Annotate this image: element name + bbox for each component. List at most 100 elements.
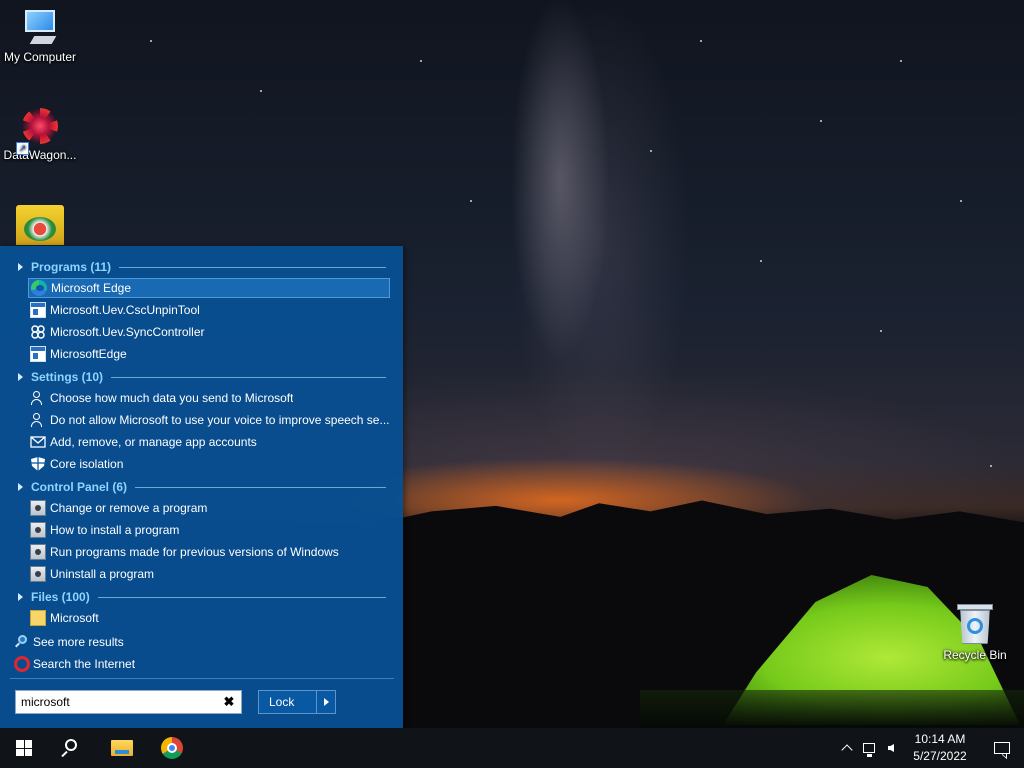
window-icon [30,346,46,362]
section-header-control-panel[interactable]: Control Panel (6) [16,478,386,496]
result-label: Microsoft.Uev.CscUnpinTool [50,303,200,317]
app-shortcut-icon [16,205,64,245]
chevron-up-icon [841,744,853,756]
section-title: Programs (11) [31,260,112,274]
result-label: How to install a program [50,523,180,537]
result-label: MicrosoftEdge [50,347,127,361]
chrome-button[interactable] [148,728,196,768]
opera-browser-icon [14,656,30,672]
result-uninstall-program[interactable]: Uninstall a program [28,564,390,584]
start-menu: Programs (11) Microsoft Edge Microsoft.U… [0,246,403,728]
desktop-icon-label: My Computer [3,50,77,64]
start-icon [16,740,32,756]
result-label: Run programs made for previous versions … [50,545,339,559]
section-title: Control Panel (6) [31,480,128,494]
datawagon-icon [22,108,58,144]
shield-icon [30,456,46,472]
result-label: Microsoft.Uev.SyncController [50,325,205,339]
action-center-button[interactable] [980,728,1024,768]
section-divider [97,596,386,598]
result-microsoftedge[interactable]: MicrosoftEdge [28,344,390,364]
sync-icon [30,324,46,340]
result-label: Choose how much data you send to Microso… [50,391,294,405]
section-divider [111,376,386,378]
see-more-label: See more results [33,635,124,649]
file-explorer-button[interactable] [98,728,146,768]
section-title: Settings (10) [31,370,104,384]
section-header-programs[interactable]: Programs (11) [16,258,386,276]
result-folder-microsoft[interactable]: Microsoft [28,608,390,628]
result-label: Do not allow Microsoft to use your voice… [50,413,390,427]
result-sync-controller[interactable]: Microsoft.Uev.SyncController [28,322,390,342]
desktop-icon-label: Recycle Bin [943,648,1007,662]
control-panel-icon [30,522,46,538]
edge-icon [31,280,47,296]
control-panel-icon [30,566,46,582]
result-label: Change or remove a program [50,501,208,515]
chevron-right-icon[interactable] [316,691,335,713]
start-button[interactable] [0,728,48,768]
person-settings-icon [30,412,46,428]
section-header-files[interactable]: Files (100) [16,588,386,606]
clear-icon[interactable]: ✖ [219,694,239,710]
result-change-remove-program[interactable]: Change or remove a program [28,498,390,518]
expand-caret-icon [18,483,23,491]
volume-button[interactable] [880,728,902,768]
result-label: Microsoft [50,611,99,625]
section-title: Files (100) [31,590,90,604]
desktop-icon-label: DataWagon... [3,148,77,162]
volume-icon [888,744,894,752]
expand-caret-icon [18,373,23,381]
system-tray [836,728,902,768]
result-choose-data[interactable]: Choose how much data you send to Microso… [28,388,390,408]
search-button[interactable] [48,728,96,768]
search-internet-label: Search the Internet [33,657,136,671]
folder-icon [30,610,46,626]
result-core-isolation[interactable]: Core isolation [28,454,390,474]
desktop-icon-my-computer[interactable]: My Computer [0,10,80,64]
result-microsoft-edge[interactable]: Microsoft Edge [28,278,390,298]
expand-caret-icon [18,593,23,601]
computer-icon [22,10,58,46]
start-search-box[interactable]: ✖ [15,690,242,714]
result-csc-unpin-tool[interactable]: Microsoft.Uev.CscUnpinTool [28,300,390,320]
taskbar: 10:14 AM 5/27/2022 [0,728,1024,768]
section-header-settings[interactable]: Settings (10) [16,368,386,386]
lock-label: Lock [269,695,295,709]
search-internet-link[interactable]: Search the Internet [14,654,135,674]
network-button[interactable] [858,728,880,768]
result-label: Uninstall a program [50,567,155,581]
start-search-input[interactable] [16,694,219,710]
result-voice-speech[interactable]: Do not allow Microsoft to use your voice… [28,410,390,430]
result-label: Microsoft Edge [51,281,132,295]
search-results-icon [14,634,30,650]
action-center-icon [994,742,1010,754]
desktop-icon-datawagon[interactable]: ↗ DataWagon... [0,108,80,162]
desktop-icon-recycle-bin[interactable]: Recycle Bin [935,604,1015,662]
mail-icon [30,434,46,450]
show-hidden-icons-button[interactable] [836,728,858,768]
file-explorer-icon [111,740,133,756]
clock-time: 10:14 AM [914,732,966,746]
result-run-previous-versions[interactable]: Run programs made for previous versions … [28,542,390,562]
clock-date: 5/27/2022 [913,749,967,763]
result-how-to-install[interactable]: How to install a program [28,520,390,540]
see-more-results-link[interactable]: See more results [14,632,124,652]
control-panel-icon [30,544,46,560]
result-app-accounts[interactable]: Add, remove, or manage app accounts [28,432,390,452]
expand-caret-icon [18,263,23,271]
control-panel-icon [30,500,46,516]
network-icon [863,743,875,757]
recycle-bin-icon [957,604,993,644]
chrome-icon [161,737,183,759]
section-divider [135,486,386,488]
desktop-icon-app-shortcut[interactable] [0,205,80,245]
lock-button[interactable]: Lock [258,690,336,714]
person-settings-icon [30,390,46,406]
section-divider [119,266,386,268]
window-icon [30,302,46,318]
taskbar-clock[interactable]: 10:14 AM 5/27/2022 [905,728,975,768]
result-label: Add, remove, or manage app accounts [50,435,257,449]
menu-divider [10,678,394,679]
result-label: Core isolation [50,457,124,471]
